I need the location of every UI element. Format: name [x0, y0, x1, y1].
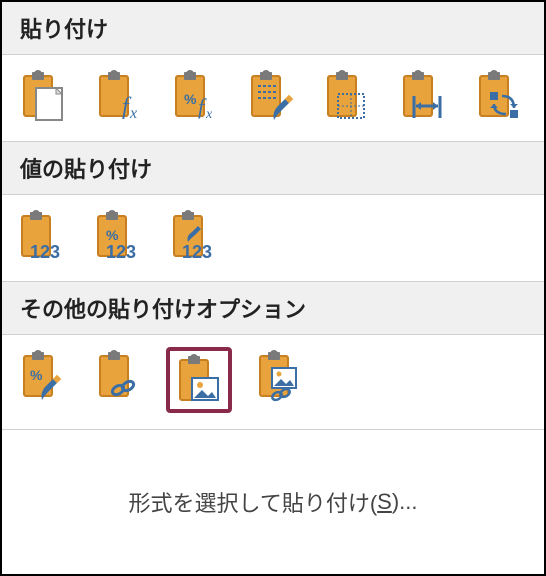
paste-keep-source-formatting-button[interactable]	[242, 67, 300, 125]
paste-special-label-prefix: 形式を選択して貼り付け(	[128, 486, 377, 518]
clipboard-123-icon: 123	[16, 210, 70, 262]
clipboard-percent-fx-icon: % f x	[170, 70, 220, 122]
paste-button[interactable]	[14, 67, 72, 125]
paste-no-borders-button[interactable]	[318, 67, 376, 125]
svg-text:x: x	[205, 107, 213, 122]
clipboard-brush-123-icon: 123	[168, 210, 222, 262]
svg-text:123: 123	[182, 242, 212, 262]
svg-text:%: %	[106, 227, 119, 243]
clipboard-picture-icon	[174, 354, 224, 406]
clipboard-column-width-icon	[398, 70, 448, 122]
section-body-paste-values: 123 % 123 123	[2, 195, 544, 282]
paste-transpose-button[interactable]	[470, 67, 528, 125]
section-body-paste: f x % f x	[2, 55, 544, 142]
paste-options-panel: 貼り付け f x	[0, 0, 546, 576]
paste-special-label-suffix: )...	[392, 489, 418, 515]
section-header-paste: 貼り付け	[2, 2, 544, 55]
clipboard-linked-picture-icon	[254, 350, 304, 402]
svg-text:%: %	[30, 367, 43, 383]
svg-text:123: 123	[106, 242, 136, 262]
paste-special-menu-item[interactable]: 形式を選択して貼り付け(S)...	[2, 430, 544, 574]
svg-text:%: %	[184, 91, 197, 107]
clipboard-paste-icon	[18, 70, 68, 122]
clipboard-percent-brush-icon: %	[18, 350, 68, 402]
paste-formulas-button[interactable]: f x	[90, 67, 148, 125]
paste-link-button[interactable]	[90, 347, 148, 405]
paste-values-number-formatting-button[interactable]: % 123	[90, 207, 148, 265]
svg-text:x: x	[129, 105, 137, 122]
paste-keep-column-widths-button[interactable]	[394, 67, 452, 125]
svg-text:123: 123	[30, 242, 60, 262]
section-header-other-options: その他の貼り付けオプション	[2, 282, 544, 335]
clipboard-link-icon	[94, 350, 144, 402]
paste-formulas-number-formatting-button[interactable]: % f x	[166, 67, 224, 125]
paste-special-accel: S	[377, 489, 392, 515]
clipboard-transpose-icon	[474, 70, 524, 122]
paste-values-button[interactable]: 123	[14, 207, 72, 265]
paste-values-source-formatting-button[interactable]: 123	[166, 207, 224, 265]
section-body-other-options: %	[2, 335, 544, 430]
paste-linked-picture-button[interactable]	[250, 347, 308, 405]
paste-formatting-button[interactable]: %	[14, 347, 72, 405]
clipboard-brush-lines-icon	[246, 70, 296, 122]
clipboard-fx-icon: f x	[94, 70, 144, 122]
paste-picture-button[interactable]	[166, 347, 232, 413]
clipboard-percent-123-icon: % 123	[92, 210, 146, 262]
clipboard-no-border-icon	[322, 70, 372, 122]
section-header-paste-values: 値の貼り付け	[2, 142, 544, 195]
